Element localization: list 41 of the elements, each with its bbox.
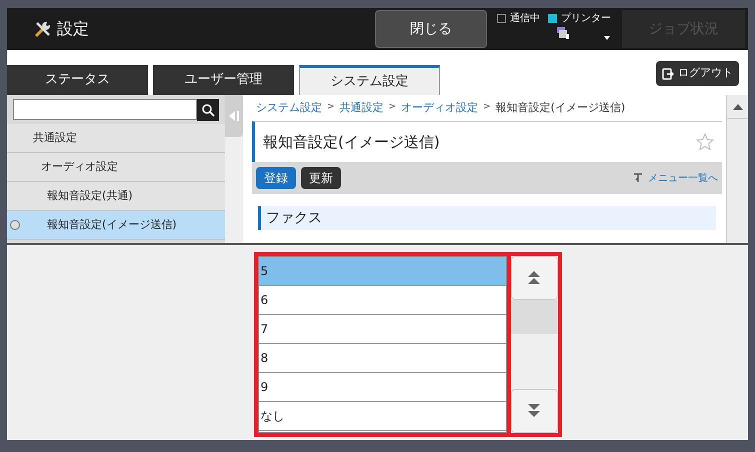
breadcrumb-link[interactable]: オーディオ設定 [401, 100, 478, 116]
double-down-icon [527, 404, 541, 418]
sidebar-item[interactable]: オーディオ設定 [7, 153, 225, 182]
section-header: ファクス [258, 206, 716, 230]
tab[interactable]: ステータス [7, 65, 148, 95]
refresh-button[interactable]: 更新 [301, 167, 341, 189]
breadcrumb-current: 報知音設定(イメージ送信) [496, 100, 626, 116]
double-up-icon [527, 271, 541, 285]
logout-icon [662, 68, 674, 80]
tab[interactable]: ユーザー管理 [153, 65, 294, 95]
header-title: 設定 [57, 18, 89, 40]
scroll-thumb[interactable] [510, 300, 558, 334]
page-title: 報知音設定(イメージ送信) [263, 132, 440, 153]
search-field[interactable] [13, 99, 197, 120]
picker-option[interactable]: 5 [258, 257, 506, 286]
sidebar-item[interactable]: 共通設定 [7, 124, 225, 153]
scroll-up-icon[interactable] [732, 104, 742, 110]
menu-list-link[interactable]: メニュー一覧へ [648, 170, 718, 186]
return-icon [633, 173, 643, 183]
status-label: 通信中 [510, 12, 540, 26]
sidebar-item[interactable]: 報知音設定(共通) [7, 182, 225, 211]
tools-icon [33, 19, 53, 39]
sidebar-item[interactable]: 報知音設定(イメージ送信) [7, 211, 225, 240]
tab[interactable]: システム設定 [299, 65, 440, 95]
scroll-bottom-button[interactable] [510, 389, 558, 433]
search-icon [201, 102, 215, 116]
search-button[interactable] [197, 98, 219, 120]
breadcrumb-separator: > [388, 101, 396, 114]
register-button[interactable]: 登録 [256, 167, 296, 189]
logout-button[interactable]: ログアウト [656, 61, 739, 86]
close-button[interactable]: 閉じる [375, 10, 487, 48]
dropdown-caret-icon[interactable] [604, 36, 610, 40]
breadcrumb-link[interactable]: 共通設定 [340, 100, 384, 116]
printer-icon [556, 26, 570, 40]
breadcrumb-separator: > [327, 101, 335, 114]
star-icon[interactable] [696, 133, 714, 151]
scrollbar[interactable] [726, 95, 748, 243]
breadcrumb-separator: > [483, 101, 491, 114]
scroll-top-button[interactable] [510, 256, 558, 300]
status-label: プリンター [561, 12, 611, 26]
breadcrumb-link[interactable]: システム設定 [256, 100, 322, 116]
